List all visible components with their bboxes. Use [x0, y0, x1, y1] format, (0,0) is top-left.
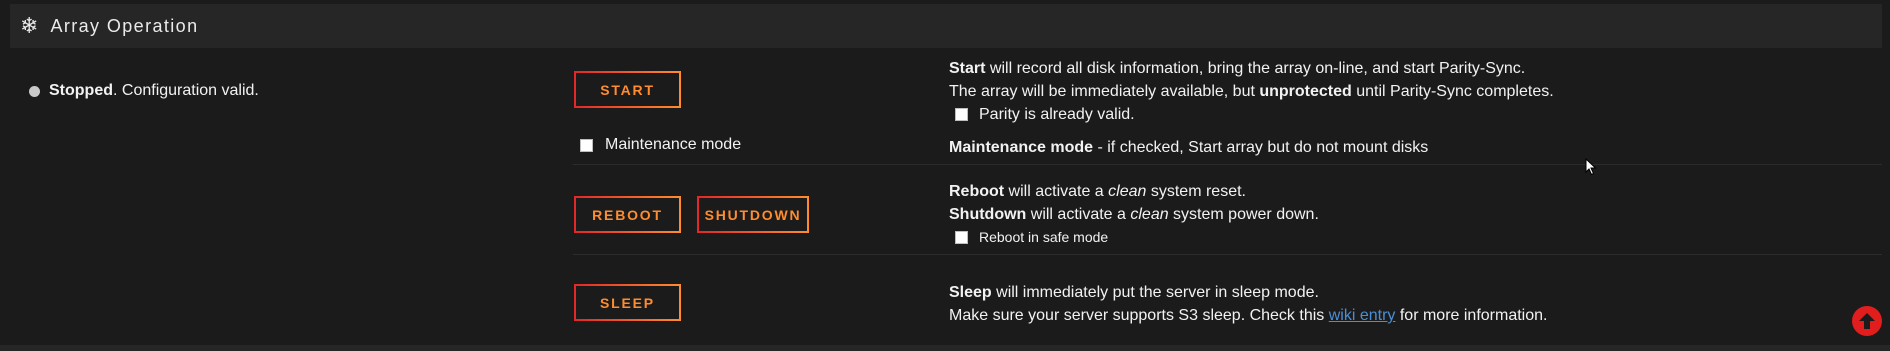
sleep-desc-text: will immediately put the server in sleep…	[991, 284, 1319, 301]
start-button[interactable]: Start	[574, 71, 681, 108]
sleep-desc-line2-end: for more information.	[1395, 307, 1548, 324]
shutdown-desc-bold: Shutdown	[949, 206, 1027, 223]
start-desc-text: will record all disk information, bring …	[985, 60, 1526, 77]
status-dot-icon	[29, 85, 40, 97]
sleep-button[interactable]: Sleep	[574, 284, 681, 321]
maintenance-mode-label: Maintenance mode	[605, 136, 742, 153]
reboot-desc-text: will activate a	[1004, 183, 1109, 200]
start-desc-bold: Start	[949, 60, 986, 77]
sleep-desc-line2: Make sure your server supports S3 sleep.…	[949, 307, 1329, 324]
reboot-desc-bold: Reboot	[949, 183, 1005, 200]
safe-mode-checkbox[interactable]	[955, 231, 968, 244]
parity-valid-label: Parity is already valid.	[979, 106, 1135, 123]
maintenance-mode-option[interactable]: Maintenance mode	[580, 136, 741, 154]
shutdown-desc-end: system power down.	[1168, 206, 1319, 223]
back-to-top-button[interactable]	[1852, 306, 1882, 336]
mouse-cursor-icon	[1585, 157, 1597, 181]
arrow-up-icon	[1859, 313, 1875, 329]
start-desc-line2: The array will be immediately available,…	[949, 83, 1260, 100]
shutdown-desc-em: clean	[1130, 206, 1169, 223]
section-title: Array Operation	[50, 15, 199, 36]
divider	[573, 254, 1882, 255]
divider	[573, 164, 1882, 165]
status-state: Stopped	[49, 82, 113, 99]
status-message: . Configuration valid.	[113, 82, 259, 99]
wiki-entry-link[interactable]: wiki entry	[1329, 307, 1396, 324]
reboot-desc-em: clean	[1108, 183, 1147, 200]
start-desc-line2-end: until Parity-Sync completes.	[1351, 83, 1554, 100]
parity-valid-checkbox[interactable]	[955, 108, 968, 121]
snowflake-icon: ❄	[20, 13, 39, 38]
maintenance-desc-bold: Maintenance mode	[949, 139, 1094, 156]
sleep-desc-bold: Sleep	[949, 284, 992, 301]
reboot-description: Reboot will activate a clean system rese…	[949, 180, 1319, 249]
start-description: Start will record all disk information, …	[949, 57, 1554, 126]
sleep-description: Sleep will immediately put the server in…	[949, 281, 1547, 327]
shutdown-button[interactable]: Shutdown	[697, 196, 809, 233]
safe-mode-option[interactable]: Reboot in safe mode	[955, 226, 1319, 249]
parity-valid-option[interactable]: Parity is already valid.	[955, 103, 1554, 126]
maintenance-mode-checkbox[interactable]	[580, 138, 593, 152]
reboot-button[interactable]: Reboot	[574, 196, 681, 233]
reboot-desc-end: system reset.	[1146, 183, 1246, 200]
maintenance-desc-text: - if checked, Start array but do not mou…	[1093, 139, 1429, 156]
bottom-edge	[0, 345, 1890, 351]
array-status: Stopped. Configuration valid.	[29, 82, 259, 100]
maintenance-description: Maintenance mode - if checked, Start arr…	[949, 136, 1428, 159]
safe-mode-label: Reboot in safe mode	[979, 229, 1109, 245]
unprotected-text: unprotected	[1259, 83, 1352, 100]
shutdown-desc-text: will activate a	[1026, 206, 1131, 223]
section-header: ❄ Array Operation	[10, 4, 1882, 48]
